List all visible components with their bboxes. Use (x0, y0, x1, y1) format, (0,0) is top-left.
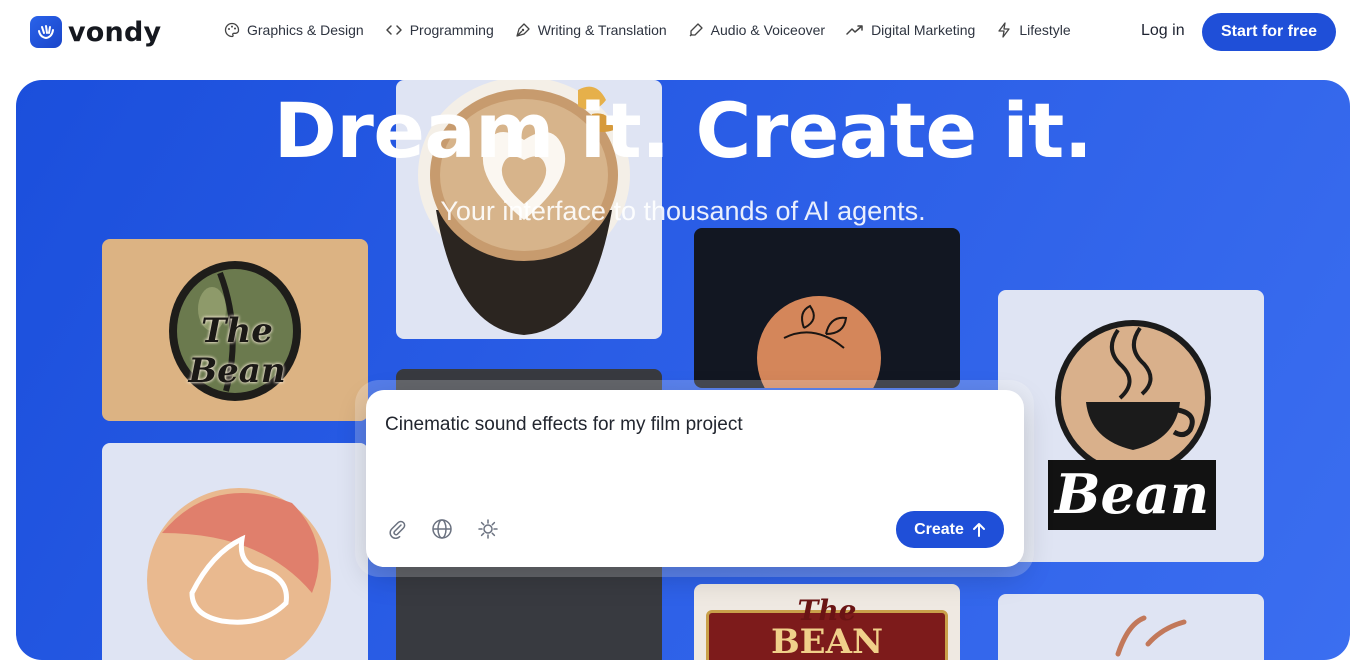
prompt-box[interactable]: Cinematic sound effects for my film proj… (366, 390, 1024, 567)
gallery-card-bean-cup[interactable]: Bean (998, 290, 1264, 562)
nav-label: Digital Marketing (871, 22, 976, 38)
nav-label: Graphics & Design (247, 22, 364, 38)
swirl-logo-illustration (147, 488, 331, 660)
microphone-icon (689, 23, 703, 37)
palette-icon (224, 22, 240, 38)
nav-writing-translation[interactable]: Writing & Translation (515, 22, 667, 38)
top-header: vondy Graphics & Design Programming Writ… (0, 0, 1366, 66)
nav-audio-voiceover[interactable]: Audio & Voiceover (688, 22, 825, 38)
lightning-icon (998, 22, 1010, 38)
shaka-hand-icon (30, 16, 62, 48)
nav-programming[interactable]: Programming (385, 22, 494, 38)
gallery-card-leaves[interactable] (694, 228, 960, 388)
nav-label: Audio & Voiceover (710, 22, 826, 38)
nav-label: Lifestyle (1019, 22, 1071, 38)
prompt-input[interactable]: Cinematic sound effects for my film proj… (385, 414, 743, 436)
partial-illustration (1115, 615, 1187, 657)
nav-graphics-design[interactable]: Graphics & Design (224, 22, 364, 38)
create-button[interactable]: Create (896, 511, 1004, 548)
hero-title: Dream it. Create it. (273, 86, 1093, 175)
start-for-free-button[interactable]: Start for free (1202, 13, 1336, 51)
login-link[interactable]: Log in (1141, 22, 1185, 40)
nav-digital-marketing[interactable]: Digital Marketing (846, 22, 975, 38)
pen-nib-icon (516, 23, 530, 37)
category-nav: Graphics & Design Programming Writing & … (224, 22, 1092, 38)
arrow-up-icon (972, 522, 985, 537)
gallery-card-partial[interactable] (998, 594, 1264, 660)
nav-label: Programming (409, 22, 494, 38)
hero-subtitle: Your interface to thousands of AI agents… (440, 196, 926, 226)
gallery-card-the-bean[interactable]: The Bean (102, 239, 368, 421)
create-label: Create (914, 520, 964, 538)
sign-logo-text-2: BEAN (770, 622, 884, 660)
globe-icon[interactable] (430, 517, 454, 541)
paperclip-icon[interactable] (385, 517, 409, 541)
nav-lifestyle[interactable]: Lifestyle (996, 22, 1071, 38)
brand-name: vondy (68, 16, 162, 48)
the-bean-logo-text: The Bean (188, 311, 286, 391)
code-icon (385, 25, 402, 35)
nav-label: Writing & Translation (537, 22, 667, 38)
brand-logo[interactable]: vondy (30, 16, 161, 48)
branch-illustration (757, 296, 881, 388)
bean-cup-logo-text: Bean (1054, 462, 1210, 526)
gallery-card-swirl[interactable] (102, 443, 368, 660)
sun-icon[interactable] (476, 517, 500, 541)
trending-up-icon (846, 25, 863, 35)
gallery-card-bean-sign[interactable]: The BEAN (694, 584, 960, 660)
